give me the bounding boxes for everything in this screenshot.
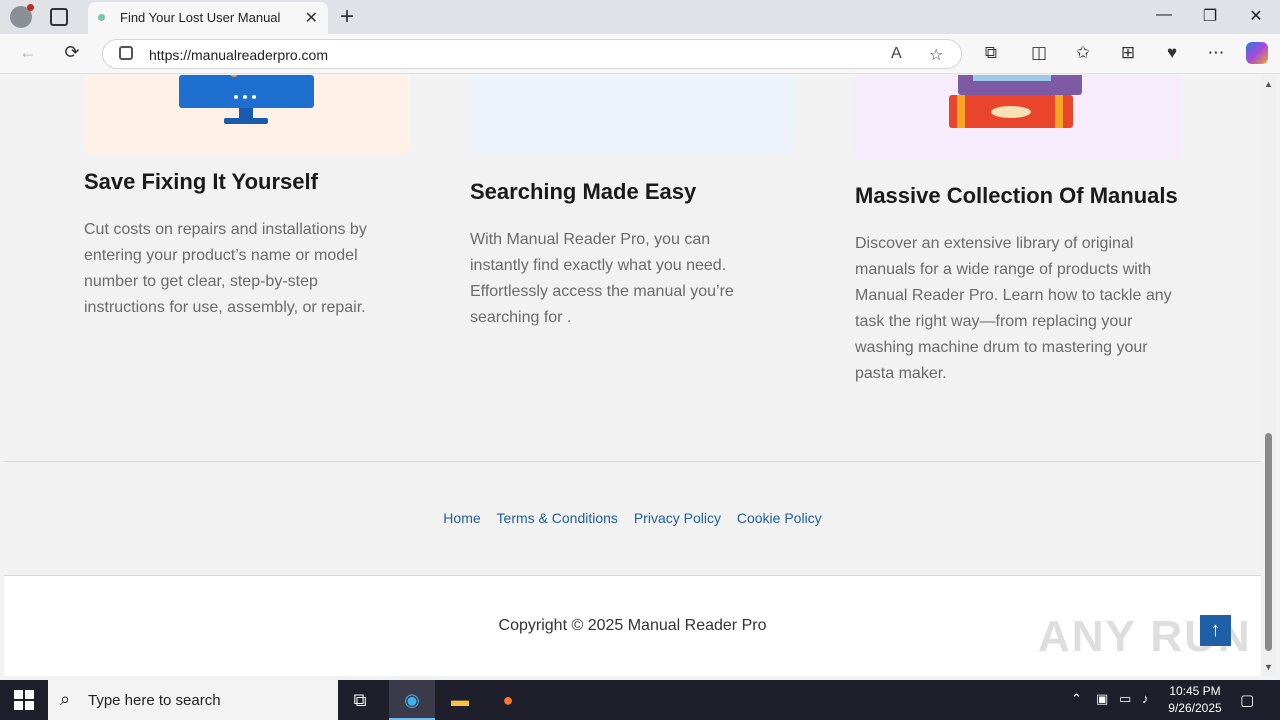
- copilot-icon[interactable]: [1246, 42, 1268, 64]
- favorite-star-icon[interactable]: ☆: [929, 45, 943, 65]
- more-menu-icon[interactable]: ⋯: [1204, 43, 1228, 63]
- search-icon: ⌕: [60, 689, 71, 709]
- scroll-to-top-button[interactable]: ↑: [1200, 615, 1231, 646]
- feature-image-search: [470, 75, 795, 155]
- minimize-button[interactable]: —: [1141, 6, 1187, 24]
- edge-icon[interactable]: ◉: [398, 686, 426, 714]
- back-button[interactable]: ←: [16, 42, 40, 63]
- feature-title: Massive Collection Of Manuals: [855, 183, 1178, 208]
- feature-text: With Manual Reader Pro, you can instantl…: [470, 231, 734, 326]
- windows-taskbar: ⌕ Type here to search ⧉ ◉ ▬ ● ⌃ ▣ ▭ ♪ 10…: [0, 680, 1280, 720]
- read-aloud-icon[interactable]: A: [891, 45, 902, 63]
- tab-favicon-icon: [98, 14, 105, 21]
- tab-close-icon[interactable]: ✕: [305, 8, 318, 28]
- footer-link-privacy[interactable]: Privacy Policy: [634, 510, 721, 526]
- tray-app-icon[interactable]: ▣: [1096, 691, 1108, 707]
- search-illustration-icon: [470, 75, 795, 155]
- clock-date: 9/26/2025: [1168, 701, 1222, 715]
- feature-text: Cut costs on repairs and installations b…: [84, 221, 367, 316]
- tab-actions-icon[interactable]: [50, 8, 68, 26]
- url-text[interactable]: https://manualreaderpro.com: [149, 47, 328, 63]
- clock-time: 10:45 PM: [1169, 684, 1221, 698]
- scroll-down-arrow-icon[interactable]: ▼: [1264, 662, 1273, 672]
- notifications-icon[interactable]: ▢: [1240, 691, 1254, 709]
- network-icon[interactable]: ▭: [1119, 691, 1131, 707]
- feature-title: Searching Made Easy: [470, 179, 697, 204]
- browser-tabbar: Find Your Lost User Manual ✕ + — ❐ ✕: [0, 0, 1280, 34]
- feature-image-repair: [84, 75, 410, 155]
- web-page: Save Fixing It Yourself Cut costs on rep…: [4, 75, 1261, 676]
- footer-divider: [4, 461, 1261, 462]
- file-explorer-icon[interactable]: ▬: [446, 686, 474, 714]
- start-button[interactable]: [14, 690, 34, 710]
- split-screen-icon[interactable]: ◫: [1027, 43, 1051, 63]
- page-scrollbar[interactable]: ▲ ▼: [1261, 75, 1276, 676]
- active-tab[interactable]: Find Your Lost User Manual ✕: [88, 2, 328, 34]
- task-view-icon[interactable]: ⧉: [346, 686, 374, 714]
- taskbar-clock[interactable]: 10:45 PM 9/26/2025: [1160, 683, 1230, 717]
- close-window-button[interactable]: ✕: [1233, 6, 1279, 26]
- feature-text: Discover an extensive library of origina…: [855, 235, 1172, 382]
- refresh-button[interactable]: ⟳: [60, 42, 84, 63]
- feature-image-collection: [855, 75, 1181, 160]
- browser-toolbar: ← ⟳ https://manualreaderpro.com A ☆ ⧉ ◫ …: [0, 34, 1280, 74]
- address-bar[interactable]: https://manualreaderpro.com A ☆: [102, 39, 962, 69]
- footer-link-terms[interactable]: Terms & Conditions: [497, 510, 618, 526]
- collections-icon[interactable]: ⊞: [1116, 43, 1140, 63]
- footer-bottom: Copyright © 2025 Manual Reader Pro ANY R…: [4, 576, 1261, 676]
- browser-essentials-icon[interactable]: ♥: [1160, 43, 1184, 63]
- favorites-icon[interactable]: ✩: [1071, 43, 1095, 63]
- taskbar-search-placeholder: Type here to search: [88, 692, 221, 709]
- profile-avatar-icon[interactable]: [10, 4, 34, 28]
- extensions-icon[interactable]: ⧉: [979, 43, 1003, 63]
- monitor-illustration-icon: [179, 75, 314, 124]
- tab-title: Find Your Lost User Manual: [120, 10, 281, 25]
- firefox-icon[interactable]: ●: [494, 686, 522, 714]
- footer-link-home[interactable]: Home: [443, 510, 480, 526]
- taskbar-search[interactable]: ⌕ Type here to search: [48, 680, 338, 720]
- new-tab-button[interactable]: +: [340, 3, 354, 31]
- site-info-icon[interactable]: [119, 46, 133, 60]
- footer-link-cookie[interactable]: Cookie Policy: [737, 510, 822, 526]
- feature-title: Save Fixing It Yourself: [84, 169, 318, 194]
- restore-button[interactable]: ❐: [1187, 6, 1233, 26]
- footer-nav: Home Terms & Conditions Privacy Policy C…: [4, 510, 1261, 526]
- books-illustration-icon: [949, 75, 1082, 128]
- volume-icon[interactable]: ♪: [1142, 691, 1149, 706]
- scrollbar-thumb[interactable]: [1265, 433, 1272, 651]
- scroll-up-arrow-icon[interactable]: ▲: [1264, 79, 1273, 89]
- tray-chevron-icon[interactable]: ⌃: [1071, 691, 1082, 707]
